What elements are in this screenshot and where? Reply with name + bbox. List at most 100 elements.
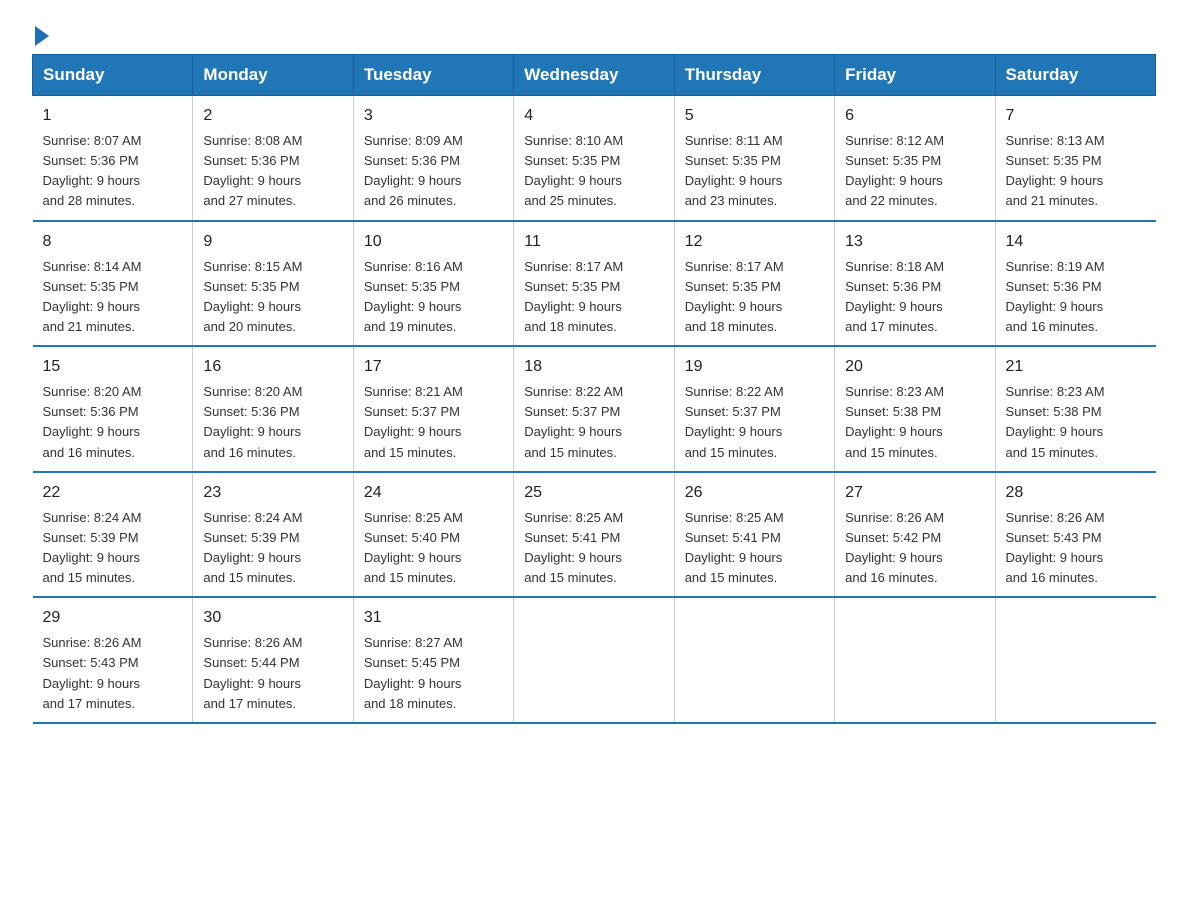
calendar-day-cell: 31 Sunrise: 8:27 AMSunset: 5:45 PMDayligh…: [353, 597, 513, 723]
day-number: 7: [1006, 104, 1146, 128]
calendar-week-row: 1 Sunrise: 8:07 AMSunset: 5:36 PMDaylight…: [33, 96, 1156, 221]
day-number: 18: [524, 355, 663, 379]
day-number: 2: [203, 104, 342, 128]
day-info: Sunrise: 8:16 AMSunset: 5:35 PMDaylight:…: [364, 257, 503, 338]
calendar-day-cell: 8 Sunrise: 8:14 AMSunset: 5:35 PMDaylight…: [33, 221, 193, 347]
day-info: Sunrise: 8:17 AMSunset: 5:35 PMDaylight:…: [685, 257, 824, 338]
day-info: Sunrise: 8:19 AMSunset: 5:36 PMDaylight:…: [1006, 257, 1146, 338]
day-info: Sunrise: 8:08 AMSunset: 5:36 PMDaylight:…: [203, 131, 342, 212]
day-info: Sunrise: 8:23 AMSunset: 5:38 PMDaylight:…: [1006, 382, 1146, 463]
day-info: Sunrise: 8:22 AMSunset: 5:37 PMDaylight:…: [685, 382, 824, 463]
calendar-day-cell: 11 Sunrise: 8:17 AMSunset: 5:35 PMDayligh…: [514, 221, 674, 347]
calendar-day-cell: 22Sunrise: 8:24 AMSunset: 5:39 PMDayligh…: [33, 472, 193, 598]
calendar-day-cell: 12 Sunrise: 8:17 AMSunset: 5:35 PMDayligh…: [674, 221, 834, 347]
calendar-day-cell: 26 Sunrise: 8:25 AMSunset: 5:41 PMDayligh…: [674, 472, 834, 598]
day-info: Sunrise: 8:26 AMSunset: 5:42 PMDaylight:…: [845, 508, 984, 589]
calendar-week-row: 29 Sunrise: 8:26 AMSunset: 5:43 PMDayligh…: [33, 597, 1156, 723]
calendar-day-cell: 15 Sunrise: 8:20 AMSunset: 5:36 PMDayligh…: [33, 346, 193, 472]
logo-arrow-icon: [35, 26, 49, 46]
calendar-table: Sunday Monday Tuesday Wednesday Thursday…: [32, 54, 1156, 724]
day-number: 9: [203, 230, 342, 254]
calendar-day-cell: 25Sunrise: 8:25 AMSunset: 5:41 PMDayligh…: [514, 472, 674, 598]
header-thursday: Thursday: [674, 55, 834, 96]
calendar-day-cell: 6 Sunrise: 8:12 AMSunset: 5:35 PMDaylight…: [835, 96, 995, 221]
calendar-day-cell: 3 Sunrise: 8:09 AMSunset: 5:36 PMDaylight…: [353, 96, 513, 221]
calendar-week-row: 8 Sunrise: 8:14 AMSunset: 5:35 PMDaylight…: [33, 221, 1156, 347]
day-info: Sunrise: 8:17 AMSunset: 5:35 PMDaylight:…: [524, 257, 663, 338]
day-number: 19: [685, 355, 824, 379]
day-info: Sunrise: 8:11 AMSunset: 5:35 PMDaylight:…: [685, 131, 824, 212]
calendar-day-cell: 29 Sunrise: 8:26 AMSunset: 5:43 PMDayligh…: [33, 597, 193, 723]
day-number: 12: [685, 230, 824, 254]
day-number: 22: [43, 481, 183, 505]
day-info: Sunrise: 8:12 AMSunset: 5:35 PMDaylight:…: [845, 131, 984, 212]
day-info: Sunrise: 8:14 AMSunset: 5:35 PMDaylight:…: [43, 257, 183, 338]
calendar-day-cell: 14 Sunrise: 8:19 AMSunset: 5:36 PMDayligh…: [995, 221, 1155, 347]
calendar-day-cell: 13 Sunrise: 8:18 AMSunset: 5:36 PMDayligh…: [835, 221, 995, 347]
day-number: 29: [43, 606, 183, 630]
day-number: 24: [364, 481, 503, 505]
day-info: Sunrise: 8:20 AMSunset: 5:36 PMDaylight:…: [203, 382, 342, 463]
calendar-day-cell: 10Sunrise: 8:16 AMSunset: 5:35 PMDayligh…: [353, 221, 513, 347]
day-info: Sunrise: 8:07 AMSunset: 5:36 PMDaylight:…: [43, 131, 183, 212]
logo: [32, 24, 49, 42]
day-info: Sunrise: 8:26 AMSunset: 5:43 PMDaylight:…: [43, 633, 183, 714]
calendar-day-cell: 7 Sunrise: 8:13 AMSunset: 5:35 PMDaylight…: [995, 96, 1155, 221]
day-number: 28: [1006, 481, 1146, 505]
day-info: Sunrise: 8:27 AMSunset: 5:45 PMDaylight:…: [364, 633, 503, 714]
day-number: 6: [845, 104, 984, 128]
calendar-day-cell: 9 Sunrise: 8:15 AMSunset: 5:35 PMDaylight…: [193, 221, 353, 347]
day-info: Sunrise: 8:20 AMSunset: 5:36 PMDaylight:…: [43, 382, 183, 463]
calendar-day-cell: 20Sunrise: 8:23 AMSunset: 5:38 PMDayligh…: [835, 346, 995, 472]
day-info: Sunrise: 8:10 AMSunset: 5:35 PMDaylight:…: [524, 131, 663, 212]
day-number: 21: [1006, 355, 1146, 379]
day-number: 5: [685, 104, 824, 128]
day-number: 4: [524, 104, 663, 128]
calendar-day-cell: 23 Sunrise: 8:24 AMSunset: 5:39 PMDayligh…: [193, 472, 353, 598]
calendar-day-cell: 27 Sunrise: 8:26 AMSunset: 5:42 PMDayligh…: [835, 472, 995, 598]
day-info: Sunrise: 8:22 AMSunset: 5:37 PMDaylight:…: [524, 382, 663, 463]
day-number: 14: [1006, 230, 1146, 254]
day-number: 13: [845, 230, 984, 254]
calendar-day-cell: [835, 597, 995, 723]
day-number: 8: [43, 230, 183, 254]
calendar-day-cell: 4 Sunrise: 8:10 AMSunset: 5:35 PMDaylight…: [514, 96, 674, 221]
day-info: Sunrise: 8:09 AMSunset: 5:36 PMDaylight:…: [364, 131, 503, 212]
page-header: [32, 24, 1156, 42]
day-info: Sunrise: 8:18 AMSunset: 5:36 PMDaylight:…: [845, 257, 984, 338]
day-number: 31: [364, 606, 503, 630]
day-number: 27: [845, 481, 984, 505]
day-number: 25: [524, 481, 663, 505]
day-number: 3: [364, 104, 503, 128]
calendar-day-cell: [674, 597, 834, 723]
calendar-day-cell: 18 Sunrise: 8:22 AMSunset: 5:37 PMDayligh…: [514, 346, 674, 472]
day-number: 16: [203, 355, 342, 379]
day-number: 23: [203, 481, 342, 505]
calendar-day-cell: 5 Sunrise: 8:11 AMSunset: 5:35 PMDaylight…: [674, 96, 834, 221]
calendar-day-cell: 21 Sunrise: 8:23 AMSunset: 5:38 PMDayligh…: [995, 346, 1155, 472]
calendar-day-cell: 17Sunrise: 8:21 AMSunset: 5:37 PMDayligh…: [353, 346, 513, 472]
day-info: Sunrise: 8:26 AMSunset: 5:44 PMDaylight:…: [203, 633, 342, 714]
calendar-day-cell: 19 Sunrise: 8:22 AMSunset: 5:37 PMDayligh…: [674, 346, 834, 472]
day-info: Sunrise: 8:26 AMSunset: 5:43 PMDaylight:…: [1006, 508, 1146, 589]
day-info: Sunrise: 8:13 AMSunset: 5:35 PMDaylight:…: [1006, 131, 1146, 212]
day-info: Sunrise: 8:25 AMSunset: 5:41 PMDaylight:…: [685, 508, 824, 589]
day-number: 17: [364, 355, 503, 379]
day-number: 15: [43, 355, 183, 379]
day-number: 26: [685, 481, 824, 505]
calendar-day-cell: 28 Sunrise: 8:26 AMSunset: 5:43 PMDayligh…: [995, 472, 1155, 598]
header-monday: Monday: [193, 55, 353, 96]
day-number: 1: [43, 104, 183, 128]
day-info: Sunrise: 8:23 AMSunset: 5:38 PMDaylight:…: [845, 382, 984, 463]
header-tuesday: Tuesday: [353, 55, 513, 96]
day-info: Sunrise: 8:25 AMSunset: 5:40 PMDaylight:…: [364, 508, 503, 589]
calendar-day-cell: 1 Sunrise: 8:07 AMSunset: 5:36 PMDaylight…: [33, 96, 193, 221]
calendar-day-cell: 24 Sunrise: 8:25 AMSunset: 5:40 PMDayligh…: [353, 472, 513, 598]
day-info: Sunrise: 8:24 AMSunset: 5:39 PMDaylight:…: [203, 508, 342, 589]
calendar-week-row: 22 Sunrise: 8:24 AMSunset: 5:39 PMDayligh…: [33, 472, 1156, 598]
calendar-day-cell: 16 Sunrise: 8:20 AMSunset: 5:36 PMDayligh…: [193, 346, 353, 472]
day-info: Sunrise: 8:15 AMSunset: 5:35 PMDaylight:…: [203, 257, 342, 338]
day-number: 11: [524, 230, 663, 254]
header-friday: Friday: [835, 55, 995, 96]
header-wednesday: Wednesday: [514, 55, 674, 96]
